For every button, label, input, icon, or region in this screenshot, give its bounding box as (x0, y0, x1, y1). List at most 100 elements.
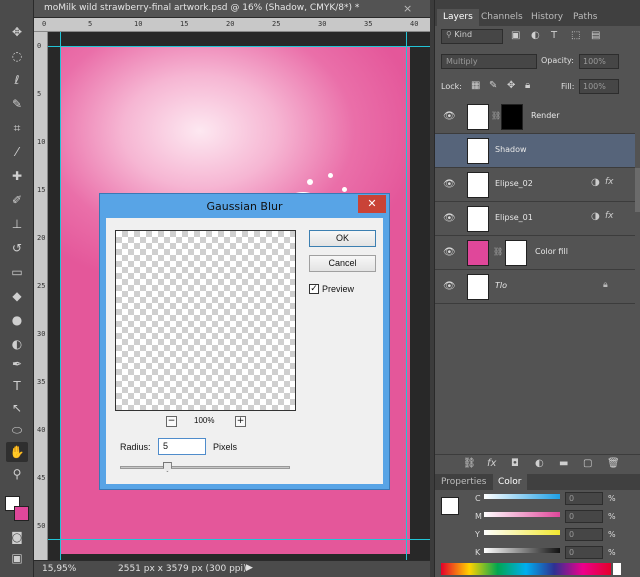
history-brush-tool-icon[interactable]: ↺ (6, 238, 28, 258)
zoom-readout[interactable]: 15,95% (42, 564, 76, 574)
type-tool-icon[interactable]: T (6, 376, 28, 396)
fill-input[interactable]: 100% (579, 79, 619, 94)
vertical-ruler[interactable]: 0 5 10 15 20 25 30 35 40 45 50 (34, 32, 48, 560)
healing-tool-icon[interactable]: ✚ (6, 166, 28, 186)
magenta-slider[interactable] (484, 512, 560, 517)
add-mask-icon[interactable]: ◘ (511, 458, 519, 469)
layer-row-shadow[interactable]: 👁︎ Shadow (435, 134, 635, 168)
guide-left[interactable] (60, 32, 61, 560)
layers-scrollbar-thumb[interactable] (635, 168, 640, 212)
radius-input[interactable]: 5 (158, 438, 206, 455)
opacity-input[interactable]: 100% (579, 54, 619, 69)
dodge-tool-icon[interactable]: ◐ (6, 334, 28, 354)
new-layer-icon[interactable]: ▢ (583, 458, 592, 469)
eyedropper-tool-icon[interactable]: ⁄ (6, 142, 28, 162)
zoom-tool-icon[interactable]: ⚲ (6, 464, 28, 484)
color-panel-foreground-swatch[interactable] (441, 497, 459, 515)
layer-row-elipse-02[interactable]: 👁︎ Elipse_02 ◑ fx (435, 168, 635, 202)
black-slider[interactable] (484, 548, 560, 553)
guide-bottom[interactable] (48, 539, 430, 540)
pen-tool-icon[interactable]: ✒ (6, 354, 28, 374)
stamp-tool-icon[interactable]: ⊥ (6, 214, 28, 234)
filter-kind-select[interactable]: ⚲ Kind (441, 29, 503, 44)
brush-tool-icon[interactable]: ✐ (6, 190, 28, 210)
hand-tool-icon[interactable]: ✋ (6, 442, 28, 462)
delete-layer-icon[interactable]: 🗑︎ (607, 458, 620, 469)
lock-pixels-icon[interactable]: ✎ (489, 80, 497, 91)
black-input[interactable]: 0 (565, 546, 603, 559)
mask-link-icon[interactable]: ⛓︎ (493, 247, 503, 256)
close-document-icon[interactable]: × (403, 2, 412, 15)
layer-style-icon[interactable]: ◑ (591, 211, 600, 222)
close-icon[interactable]: ✕ (358, 195, 386, 213)
visibility-eye-icon[interactable]: 👁︎ (443, 145, 456, 156)
mask-link-icon[interactable]: ⛓︎ (491, 111, 501, 120)
blend-mode-select[interactable]: Multiply (441, 54, 537, 69)
layer-row-elipse-01[interactable]: 👁︎ Elipse_01 ◑ fx (435, 202, 635, 236)
marquee-tool-icon[interactable]: ◌ (6, 46, 28, 66)
visibility-eye-icon[interactable]: 👁︎ (443, 281, 456, 292)
path-select-tool-icon[interactable]: ↖ (6, 398, 28, 418)
preview-checkbox[interactable]: ✓ (309, 284, 319, 294)
tab-paths[interactable]: Paths (567, 9, 603, 26)
visibility-eye-icon[interactable]: 👁︎ (443, 247, 456, 258)
fx-icon[interactable]: fx (605, 211, 614, 221)
zoom-out-button[interactable]: − (166, 416, 177, 427)
yellow-slider[interactable] (484, 530, 560, 535)
new-group-icon[interactable]: ▬ (559, 458, 568, 469)
screen-mode-icon[interactable]: ▣ (6, 548, 28, 568)
new-adjustment-layer-icon[interactable]: ◐ (535, 458, 544, 469)
tab-properties[interactable]: Properties (441, 477, 486, 487)
zoom-in-button[interactable]: + (235, 416, 246, 427)
lock-transparent-icon[interactable]: ▦ (471, 80, 480, 91)
layer-row-tlo[interactable]: 👁︎ Tlo 🔒︎ (435, 270, 635, 304)
preview-canvas[interactable] (115, 230, 296, 411)
filter-shape-icon[interactable]: ⬚ (571, 30, 580, 41)
layer-mask-thumbnail[interactable] (505, 240, 527, 266)
tab-history[interactable]: History (525, 9, 569, 26)
quick-select-tool-icon[interactable]: ✎ (6, 94, 28, 114)
add-layer-style-icon[interactable]: fx (487, 458, 496, 469)
eraser-tool-icon[interactable]: ▭ (6, 262, 28, 282)
tab-color[interactable]: Color (493, 474, 527, 490)
guide-top[interactable] (48, 46, 430, 47)
background-color-swatch[interactable] (14, 506, 29, 521)
document-tab[interactable]: moMilk wild strawberry-final artwork.psd… (34, 0, 430, 18)
layer-mask-thumbnail[interactable] (501, 104, 523, 130)
tab-channels[interactable]: Channels (475, 9, 529, 26)
radius-slider[interactable] (120, 462, 290, 472)
filter-type-icon[interactable]: T (551, 30, 557, 41)
color-spectrum-bar[interactable] (441, 563, 611, 575)
white-swatch[interactable] (613, 563, 621, 575)
cancel-button[interactable]: Cancel (309, 255, 376, 272)
ok-button[interactable]: OK (309, 230, 376, 247)
magenta-input[interactable]: 0 (565, 510, 603, 523)
quick-mask-icon[interactable]: ◙ (6, 527, 28, 547)
cyan-slider[interactable] (484, 494, 560, 499)
blur-tool-icon[interactable]: ● (6, 310, 28, 330)
crop-tool-icon[interactable]: ⌗ (6, 118, 28, 138)
move-tool-icon[interactable]: ✥ (6, 22, 28, 42)
lock-position-icon[interactable]: ✥ (507, 80, 515, 91)
tab-layers[interactable]: Layers (437, 9, 479, 26)
shape-tool-icon[interactable]: ⬭ (6, 420, 28, 440)
fx-icon[interactable]: fx (605, 177, 614, 187)
gradient-tool-icon[interactable]: ◆ (6, 286, 28, 306)
filter-pixel-icon[interactable]: ▣ (511, 30, 520, 41)
layer-style-icon[interactable]: ◑ (591, 177, 600, 188)
layer-row-color-fill[interactable]: 👁︎ ⛓︎ Color fill (435, 236, 635, 270)
status-menu-arrow-icon[interactable]: ▶ (246, 563, 253, 573)
guide-right[interactable] (406, 32, 407, 560)
filter-smart-object-icon[interactable]: ▤ (591, 30, 600, 41)
visibility-eye-icon[interactable]: 👁︎ (443, 111, 456, 122)
yellow-input[interactable]: 0 (565, 528, 603, 541)
filter-adjustment-icon[interactable]: ◐ (531, 30, 540, 41)
visibility-eye-icon[interactable]: 👁︎ (443, 213, 456, 224)
lock-all-icon[interactable]: 🔒︎ (525, 80, 530, 91)
lasso-tool-icon[interactable]: ℓ (6, 70, 28, 90)
link-layers-icon[interactable]: ⛓︎ (463, 458, 476, 469)
layer-row-render[interactable]: 👁︎ ⛓︎ Render (435, 100, 635, 134)
visibility-eye-icon[interactable]: 👁︎ (443, 179, 456, 190)
radius-slider-thumb[interactable] (162, 462, 172, 472)
horizontal-ruler[interactable]: 0 5 10 15 20 25 30 35 40 (34, 18, 430, 32)
